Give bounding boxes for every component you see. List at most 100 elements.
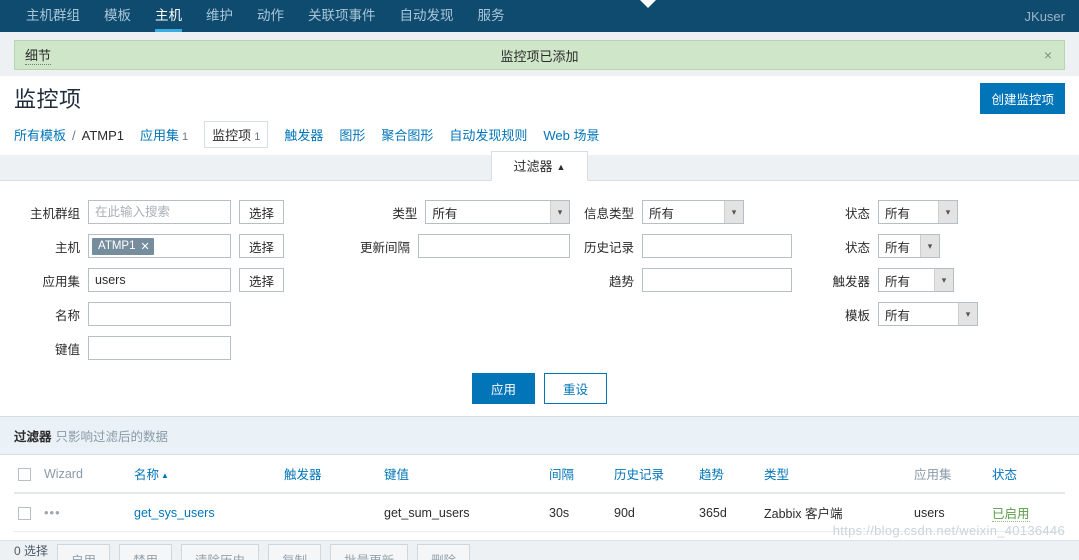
applications-input[interactable] <box>88 268 231 292</box>
selected-count-label: 0 选择 <box>14 544 49 558</box>
nav-item-templates[interactable]: 模板 <box>92 0 143 32</box>
clear-history-button[interactable]: 清除历史 <box>181 544 260 560</box>
message-bar-wrapper: 细节 监控项已添加 × <box>0 32 1079 76</box>
triggers-select-value: 所有 <box>885 274 911 289</box>
breadcrumb-tab-web-scenarios[interactable]: Web 场景 <box>543 125 599 144</box>
breadcrumb-tab-discovery-rules[interactable]: 自动发现规则 <box>449 125 527 144</box>
hosts-select-button[interactable]: 选择 <box>239 234 285 258</box>
filter-row-hosts: 主机 ATMP1 ✕ 选择 <box>10 229 350 263</box>
header-history[interactable]: 历史记录 <box>610 455 695 494</box>
header-type[interactable]: 类型 <box>760 455 910 494</box>
name-input[interactable] <box>88 302 231 326</box>
row-checkbox[interactable] <box>18 506 31 520</box>
host-chip-label: ATMP1 <box>98 240 136 252</box>
table-row: ••• get_sys_users get_sum_users 30s 90d … <box>14 493 1065 532</box>
breadcrumb-tab-graphs[interactable]: 图形 <box>339 125 365 144</box>
filter-note-title: 过滤器 <box>14 430 52 444</box>
apply-button[interactable]: 应用 <box>471 373 535 404</box>
row-status-cell: 已启用 <box>988 493 1065 532</box>
chevron-down-icon: ▾ <box>550 201 569 223</box>
nav-item-host-groups[interactable]: 主机群组 <box>14 0 92 32</box>
filter-actions: 应用 重设 <box>0 365 1079 406</box>
header-status[interactable]: 状态 <box>988 455 1065 494</box>
status-badge[interactable]: 已启用 <box>992 507 1030 522</box>
message-details-link[interactable]: 细节 <box>25 45 52 65</box>
breadcrumb-tab-screens[interactable]: 聚合图形 <box>381 125 433 144</box>
nav-item-hosts[interactable]: 主机 <box>143 0 194 32</box>
history-input[interactable] <box>642 234 792 258</box>
header-trends[interactable]: 趋势 <box>695 455 760 494</box>
copy-button[interactable]: 复制 <box>268 544 322 560</box>
state-select[interactable]: 所有 ▾ <box>878 200 958 224</box>
nav-label: 服务 <box>477 8 505 23</box>
chevron-down-icon: ▾ <box>958 303 977 325</box>
reset-button[interactable]: 重设 <box>544 373 608 404</box>
breadcrumb-tab-applications[interactable]: 应用集 1 <box>140 125 188 144</box>
item-name-link[interactable]: get_sys_users <box>134 506 215 520</box>
filter-row-triggers: 触发器 所有 ▾ <box>820 263 1069 297</box>
filter-row-value-type: 信息类型 所有 ▾ <box>570 195 820 229</box>
nav-item-discovery[interactable]: 自动发现 <box>388 0 466 32</box>
header-interval[interactable]: 间隔 <box>545 455 610 494</box>
close-icon[interactable]: × <box>1042 48 1054 62</box>
items-table-body: ••• get_sys_users get_sum_users 30s 90d … <box>14 493 1065 532</box>
create-item-button[interactable]: 创建监控项 <box>980 82 1065 114</box>
nav-item-actions[interactable]: 动作 <box>245 0 296 32</box>
nav-item-services[interactable]: 服务 <box>466 0 517 32</box>
label-update-interval: 更新间隔 <box>359 240 410 255</box>
username-label: JKuser <box>1024 8 1065 24</box>
key-input[interactable] <box>88 336 231 360</box>
breadcrumb-all-templates[interactable]: 所有模板 <box>14 125 66 144</box>
user-menu[interactable]: JKuser <box>1011 0 1079 32</box>
trends-input[interactable] <box>642 268 792 292</box>
nav-label: 维护 <box>206 8 233 23</box>
update-interval-input[interactable] <box>418 234 570 258</box>
nav-item-maintenance[interactable]: 维护 <box>194 0 245 32</box>
filter-row-name: 名称 <box>10 297 350 331</box>
value-type-select[interactable]: 所有 ▾ <box>642 200 744 224</box>
header-name[interactable]: 名称 ▲ <box>130 455 280 494</box>
filter-column-2: 类型 所有 ▾ 更新间隔 <box>350 195 570 365</box>
breadcrumb-tab-items[interactable]: 监控项 1 <box>204 121 269 148</box>
nav-label: 主机群组 <box>26 8 80 23</box>
header-triggers[interactable]: 触发器 <box>280 455 380 494</box>
disable-button[interactable]: 禁用 <box>119 544 173 560</box>
label-state: 状态 <box>844 206 870 221</box>
header-label: 名称 <box>134 468 160 482</box>
chevron-up-icon: ▲ <box>556 162 566 172</box>
header-key[interactable]: 键值 <box>380 455 545 494</box>
page-body: 细节 监控项已添加 × 监控项 创建监控项 所有模板 / ATMP1 应用集 1 … <box>0 32 1079 560</box>
label-applications: 应用集 <box>42 274 80 289</box>
chevron-down-icon: ▾ <box>938 201 957 223</box>
filter-note: 过滤器 只影响过滤后的数据 <box>0 417 1079 455</box>
enable-button[interactable]: 启用 <box>57 544 111 560</box>
applications-select-button[interactable]: 选择 <box>239 268 285 292</box>
row-wizard-cell: ••• <box>40 493 130 532</box>
row-trends-cell: 365d <box>695 493 760 532</box>
tab-count: 1 <box>182 131 189 143</box>
delete-button[interactable]: 删除 <box>417 544 471 560</box>
label-triggers: 触发器 <box>832 274 870 289</box>
filter-tab[interactable]: 过滤器 ▲ <box>490 151 589 181</box>
chevron-down-icon: ▾ <box>934 269 953 291</box>
nav-item-correlation-events[interactable]: 关联项事件 <box>296 0 388 32</box>
templated-select[interactable]: 所有 ▾ <box>878 302 978 326</box>
wizard-menu-icon[interactable]: ••• <box>44 505 61 520</box>
row-application-cell: users <box>910 493 988 532</box>
status-select[interactable]: 所有 ▾ <box>878 234 940 258</box>
host-groups-input[interactable] <box>88 200 231 224</box>
items-table-head: Wizard 名称 ▲ 触发器 键值 间隔 历史记录 趋势 类型 应用集 状态 <box>14 455 1065 494</box>
type-select[interactable]: 所有 ▾ <box>425 200 570 224</box>
filter-note-text: 只影响过滤后的数据 <box>55 430 169 444</box>
hosts-multiselect[interactable]: ATMP1 ✕ <box>88 234 231 258</box>
nav-label: 主机 <box>155 8 182 23</box>
remove-chip-icon[interactable]: ✕ <box>141 240 150 253</box>
bulk-action-bar: 0 选择 启用 禁用 清除历史 复制 批量更新 删除 <box>0 540 1079 560</box>
breadcrumb-tab-triggers[interactable]: 触发器 <box>284 125 323 144</box>
host-groups-select-button[interactable]: 选择 <box>239 200 285 224</box>
row-interval-cell: 30s <box>545 493 610 532</box>
select-all-checkbox[interactable] <box>18 467 31 481</box>
filter-row-status: 状态 所有 ▾ <box>820 229 1069 263</box>
mass-update-button[interactable]: 批量更新 <box>330 544 409 560</box>
triggers-select[interactable]: 所有 ▾ <box>878 268 954 292</box>
